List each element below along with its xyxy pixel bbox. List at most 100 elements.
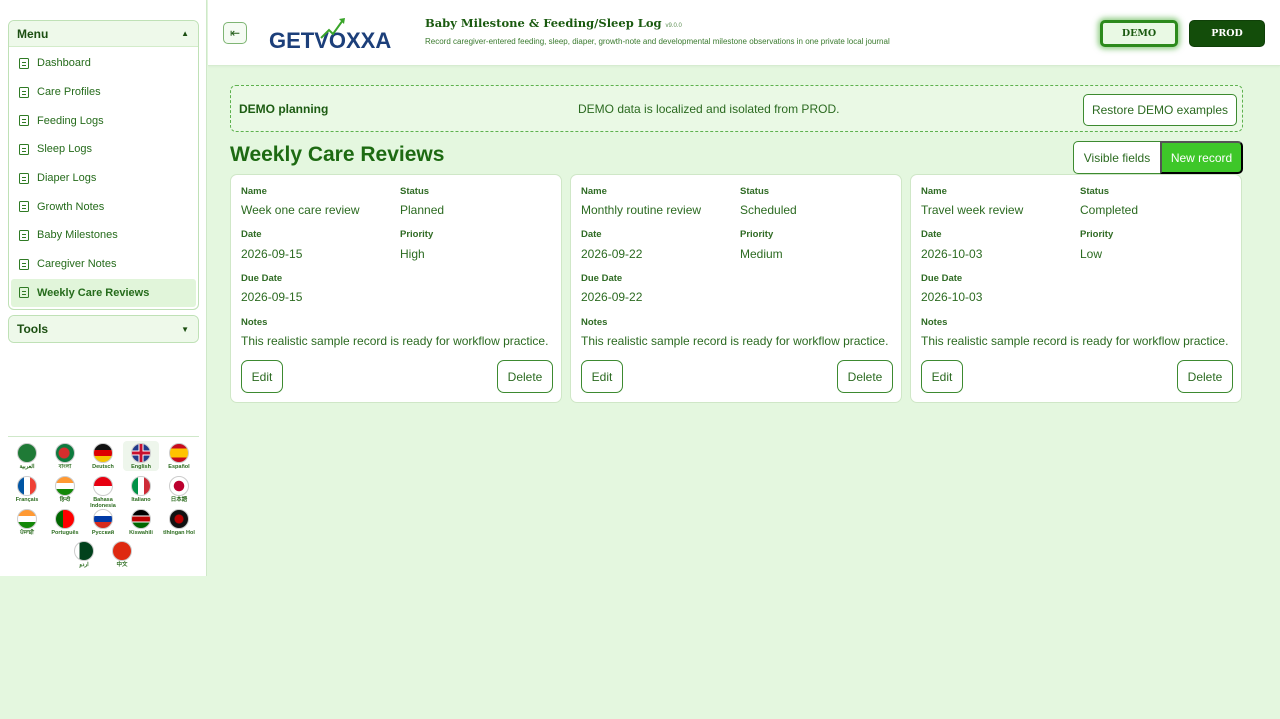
notes-value: This realistic sample record is ready fo…: [581, 334, 889, 348]
menu-title: Menu: [17, 26, 49, 41]
sidebar-item-label: Growth Notes: [37, 200, 105, 213]
document-icon: [19, 86, 29, 98]
lang-japanese[interactable]: 日本語: [161, 476, 197, 503]
lang-label: Bahasa Indonesia: [90, 497, 116, 509]
edit-button[interactable]: Edit: [581, 360, 623, 393]
new-record-button[interactable]: New record: [1160, 141, 1243, 174]
flag-germany-icon: [93, 443, 113, 463]
lang-english[interactable]: English: [123, 441, 159, 471]
document-icon: [19, 115, 29, 127]
lang-label: Deutsch: [92, 464, 114, 470]
date-label: Date: [921, 229, 942, 240]
demo-env-button[interactable]: DEMO: [1100, 20, 1178, 47]
notes-label: Notes: [581, 317, 608, 328]
klingon-emblem-icon: [169, 509, 189, 529]
flag-india-icon: [17, 509, 37, 529]
sidebar-item-sleep-logs[interactable]: Sleep Logs: [9, 135, 198, 164]
name-value: Travel week review: [921, 203, 1024, 217]
document-icon: [19, 143, 29, 155]
priority-label: Priority: [740, 229, 774, 240]
flag-japan-icon: [169, 476, 189, 496]
lang-italian[interactable]: Italiano: [123, 476, 159, 503]
lang-label: Português: [51, 530, 79, 536]
lang-label: tlhIngan Hol: [163, 530, 195, 536]
sidebar-item-care-profiles[interactable]: Care Profiles: [9, 78, 198, 107]
date-label: Date: [241, 229, 262, 240]
date-value: 2026-09-22: [581, 247, 643, 261]
sidebar-item-label: Care Profiles: [37, 86, 101, 99]
lang-russian[interactable]: Русский: [85, 509, 121, 536]
lang-swahili[interactable]: Kiswahili: [123, 509, 159, 536]
status-value: Scheduled: [740, 203, 797, 217]
flag-pakistan-icon: [74, 541, 94, 561]
flag-russia-icon: [93, 509, 113, 529]
priority-label: Priority: [400, 229, 434, 240]
due-date-label: Due Date: [241, 273, 283, 284]
delete-button[interactable]: Delete: [837, 360, 893, 393]
visible-fields-button[interactable]: Visible fields: [1073, 141, 1161, 174]
lang-portuguese[interactable]: Português: [47, 509, 83, 536]
sidebar-item-baby-milestones[interactable]: Baby Milestones: [9, 221, 198, 250]
lang-bengali[interactable]: বাংলা: [47, 443, 83, 470]
lang-label: Español: [168, 464, 190, 470]
due-date-value: 2026-10-03: [921, 290, 983, 304]
lang-indonesian[interactable]: Bahasa Indonesia: [85, 476, 121, 509]
sidebar-item-label: Caregiver Notes: [37, 258, 117, 271]
menu-header[interactable]: Menu ▲: [9, 21, 198, 47]
sidebar-item-caregiver-notes[interactable]: Caregiver Notes: [9, 250, 198, 279]
priority-value: High: [400, 247, 425, 261]
lang-german[interactable]: Deutsch: [85, 443, 121, 470]
flag-saudi-arabia-icon: [17, 443, 37, 463]
flag-india-icon: [55, 476, 75, 496]
sidebar-collapse-icon: ⇤: [229, 26, 241, 40]
sidebar-item-dashboard[interactable]: Dashboard: [9, 49, 198, 78]
lang-punjabi[interactable]: ਪੰਜਾਬੀ: [9, 509, 45, 536]
sidebar-item-label: Diaper Logs: [37, 172, 97, 185]
due-date-label: Due Date: [921, 273, 963, 284]
restore-demo-button[interactable]: Restore DEMO examples: [1083, 94, 1237, 126]
notes-label: Notes: [921, 317, 948, 328]
lang-chinese[interactable]: 中文: [104, 541, 140, 568]
lang-arabic[interactable]: العربية: [9, 443, 45, 470]
edit-button[interactable]: Edit: [241, 360, 283, 393]
app-version: v9.0.0: [665, 23, 682, 29]
lang-label: ਪੰਜਾਬੀ: [20, 530, 34, 536]
prod-env-button[interactable]: PROD: [1189, 20, 1265, 47]
date-value: 2026-09-15: [241, 247, 303, 261]
delete-button[interactable]: Delete: [497, 360, 553, 393]
app-header: ⇤ GETVOXXA Baby Milestone & Feeding/Slee…: [208, 0, 1280, 66]
lang-urdu[interactable]: اردو: [66, 541, 102, 568]
sidebar-collapse-button[interactable]: ⇤: [223, 22, 247, 44]
status-value: Completed: [1080, 203, 1139, 217]
status-label: Status: [740, 186, 770, 197]
status-label: Status: [1080, 186, 1110, 197]
menu-panel: Menu ▲ Dashboard Care Profiles Feeding L…: [8, 20, 199, 310]
sidebar: Menu ▲ Dashboard Care Profiles Feeding L…: [0, 0, 207, 576]
document-icon: [19, 201, 29, 213]
name-value: Monthly routine review: [581, 203, 702, 217]
lang-french[interactable]: Français: [9, 476, 45, 503]
due-date-label: Due Date: [581, 273, 623, 284]
lang-hindi[interactable]: हिन्दी: [47, 476, 83, 503]
sidebar-item-diaper-logs[interactable]: Diaper Logs: [9, 164, 198, 193]
delete-button[interactable]: Delete: [1177, 360, 1233, 393]
lang-label: 日本語: [170, 497, 188, 503]
lang-label: Kiswahili: [129, 530, 153, 536]
flag-italy-icon: [131, 476, 151, 496]
chevron-down-icon[interactable]: ▼: [181, 325, 189, 334]
getvoxxa-logo: GETVOXXA: [269, 18, 391, 52]
sidebar-item-growth-notes[interactable]: Growth Notes: [9, 192, 198, 221]
lang-spanish[interactable]: Español: [161, 443, 197, 470]
flag-china-icon: [112, 541, 132, 561]
tools-panel[interactable]: Tools ▼: [8, 315, 199, 343]
lang-klingon[interactable]: tlhIngan Hol: [161, 509, 197, 536]
language-picker: العربية বাংলা Deutsch English Español Fr…: [8, 436, 199, 568]
name-label: Name: [581, 186, 607, 197]
sidebar-item-weekly-care-reviews[interactable]: Weekly Care Reviews: [11, 278, 196, 308]
tools-header[interactable]: Tools ▼: [9, 316, 198, 342]
lang-label: Italiano: [131, 497, 151, 503]
chevron-up-icon[interactable]: ▲: [181, 29, 189, 38]
edit-button[interactable]: Edit: [921, 360, 963, 393]
date-label: Date: [581, 229, 602, 240]
sidebar-item-feeding-logs[interactable]: Feeding Logs: [9, 106, 198, 135]
